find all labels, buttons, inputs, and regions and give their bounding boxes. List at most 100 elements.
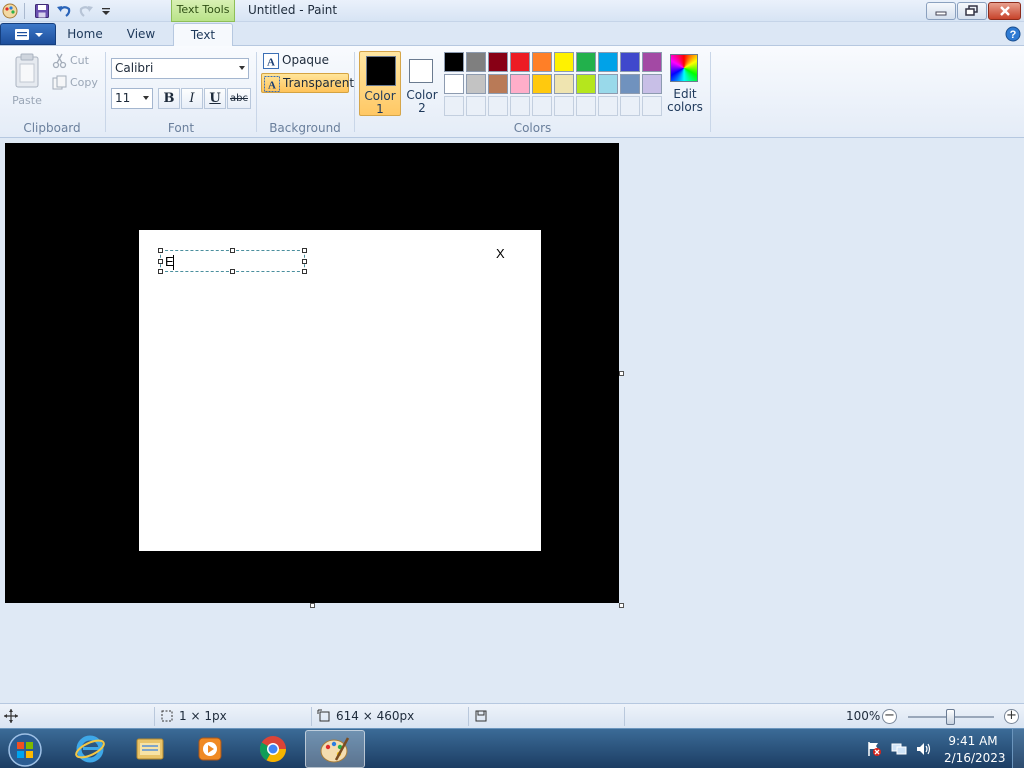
palette-color-swatch[interactable]: [466, 52, 486, 72]
palette-color-swatch[interactable]: [620, 74, 640, 94]
resize-handle-w[interactable]: [158, 259, 163, 264]
close-icon: [999, 6, 1010, 16]
zoom-slider-thumb[interactable]: [946, 709, 955, 725]
taskbar-media-player[interactable]: [182, 730, 238, 768]
clock-date[interactable]: 2/16/2023: [944, 751, 1006, 765]
resize-handle-nw[interactable]: [158, 248, 163, 253]
cursor-position: [4, 708, 20, 726]
palette-color-swatch[interactable]: [444, 74, 464, 94]
resize-handle-n[interactable]: [230, 248, 235, 253]
palette-custom-slot[interactable]: [488, 96, 508, 116]
palette-custom-slot[interactable]: [532, 96, 552, 116]
palette-color-swatch[interactable]: [510, 74, 530, 94]
redo-icon[interactable]: [78, 3, 94, 19]
color1-button[interactable]: Color 1: [359, 51, 401, 116]
status-separator: [154, 707, 155, 726]
paste-label: Paste: [12, 94, 42, 107]
zoom-in-button[interactable]: +: [1004, 708, 1019, 724]
color2-button[interactable]: Color 2: [403, 51, 441, 116]
color-palette: [444, 52, 664, 116]
close-button[interactable]: [988, 2, 1021, 20]
cut-button[interactable]: Cut: [52, 52, 102, 70]
palette-color-swatch[interactable]: [554, 74, 574, 94]
palette-color-swatch[interactable]: [598, 52, 618, 72]
font-size-value: 11: [115, 91, 131, 105]
minimize-button[interactable]: [926, 2, 956, 20]
copy-button[interactable]: Copy: [52, 74, 102, 92]
drawing-canvas[interactable]: X E: [5, 143, 619, 603]
canvas-workspace[interactable]: X E: [0, 138, 1024, 703]
palette-custom-slot[interactable]: [554, 96, 574, 116]
paint-menu-button[interactable]: [0, 23, 56, 45]
canvas-resize-handle-bottom[interactable]: [310, 603, 315, 608]
italic-button[interactable]: I: [181, 88, 203, 109]
palette-custom-slot[interactable]: [576, 96, 596, 116]
palette-custom-slot[interactable]: [642, 96, 662, 116]
transparent-button[interactable]: A Transparent: [261, 73, 354, 93]
palette-custom-slot[interactable]: [444, 96, 464, 116]
network-icon[interactable]: [891, 741, 907, 757]
tab-home[interactable]: Home: [62, 23, 108, 46]
palette-color-swatch[interactable]: [532, 74, 552, 94]
paint-app-icon[interactable]: [2, 3, 18, 19]
palette-custom-slot[interactable]: [620, 96, 640, 116]
palette-custom-slot[interactable]: [598, 96, 618, 116]
start-button[interactable]: [5, 731, 45, 768]
taskbar-chrome[interactable]: [245, 730, 301, 768]
palette-color-swatch[interactable]: [510, 52, 530, 72]
palette-color-swatch[interactable]: [532, 52, 552, 72]
resize-handle-se[interactable]: [302, 269, 307, 274]
selection-size-value: 1 × 1px: [179, 709, 227, 723]
palette-color-swatch[interactable]: [598, 74, 618, 94]
edit-colors-button[interactable]: Edit colors: [666, 51, 704, 116]
taskbar: 9:41 AM 2/16/2023: [0, 728, 1024, 768]
palette-color-swatch[interactable]: [576, 74, 596, 94]
undo-icon[interactable]: [56, 3, 72, 19]
taskbar-paint[interactable]: [305, 730, 365, 768]
font-family-select[interactable]: Calibri: [111, 58, 249, 79]
zoom-level: 100%: [846, 709, 881, 723]
opaque-button[interactable]: A Opaque: [261, 51, 349, 71]
palette-color-swatch[interactable]: [642, 74, 662, 94]
tab-view[interactable]: View: [118, 23, 164, 46]
resize-handle-s[interactable]: [230, 269, 235, 274]
clock-time[interactable]: 9:41 AM: [944, 734, 1002, 748]
show-desktop-button[interactable]: [1012, 729, 1024, 768]
palette-color-swatch[interactable]: [444, 52, 464, 72]
volume-icon[interactable]: [915, 741, 931, 757]
palette-color-swatch[interactable]: [554, 52, 574, 72]
canvas-resize-handle-right[interactable]: [619, 371, 624, 376]
help-icon[interactable]: ?: [1005, 26, 1021, 42]
resize-handle-ne[interactable]: [302, 248, 307, 253]
resize-handle-sw[interactable]: [158, 269, 163, 274]
palette-color-swatch[interactable]: [642, 52, 662, 72]
palette-custom-slot[interactable]: [510, 96, 530, 116]
bold-button[interactable]: B: [158, 88, 180, 109]
zoom-out-button[interactable]: −: [882, 708, 897, 724]
file-size: [474, 708, 490, 726]
resize-handle-e[interactable]: [302, 259, 307, 264]
text-input-box[interactable]: E: [158, 248, 307, 274]
palette-color-swatch[interactable]: [620, 52, 640, 72]
quick-access-separator: [24, 3, 25, 19]
save-icon[interactable]: [34, 3, 50, 19]
underline-button[interactable]: U: [204, 88, 226, 109]
palette-color-swatch[interactable]: [466, 74, 486, 94]
restore-button[interactable]: [957, 2, 987, 20]
scissors-icon: [52, 53, 67, 69]
palette-color-swatch[interactable]: [488, 52, 508, 72]
tab-text[interactable]: Text: [173, 23, 233, 47]
disk-icon: [475, 710, 487, 722]
palette-custom-slot[interactable]: [466, 96, 486, 116]
strikethrough-button[interactable]: abc: [227, 88, 251, 109]
taskbar-internet-explorer[interactable]: [62, 730, 118, 768]
canvas-resize-handle-corner[interactable]: [619, 603, 624, 608]
font-size-select[interactable]: 11: [111, 88, 153, 109]
white-rectangle-shape[interactable]: X E: [139, 230, 541, 551]
palette-color-swatch[interactable]: [488, 74, 508, 94]
action-center-flag-icon[interactable]: [866, 741, 882, 757]
customize-quick-access-icon[interactable]: [98, 3, 114, 19]
palette-color-swatch[interactable]: [576, 52, 596, 72]
taskbar-file-explorer[interactable]: [122, 730, 178, 768]
paste-button[interactable]: Paste: [8, 52, 46, 112]
